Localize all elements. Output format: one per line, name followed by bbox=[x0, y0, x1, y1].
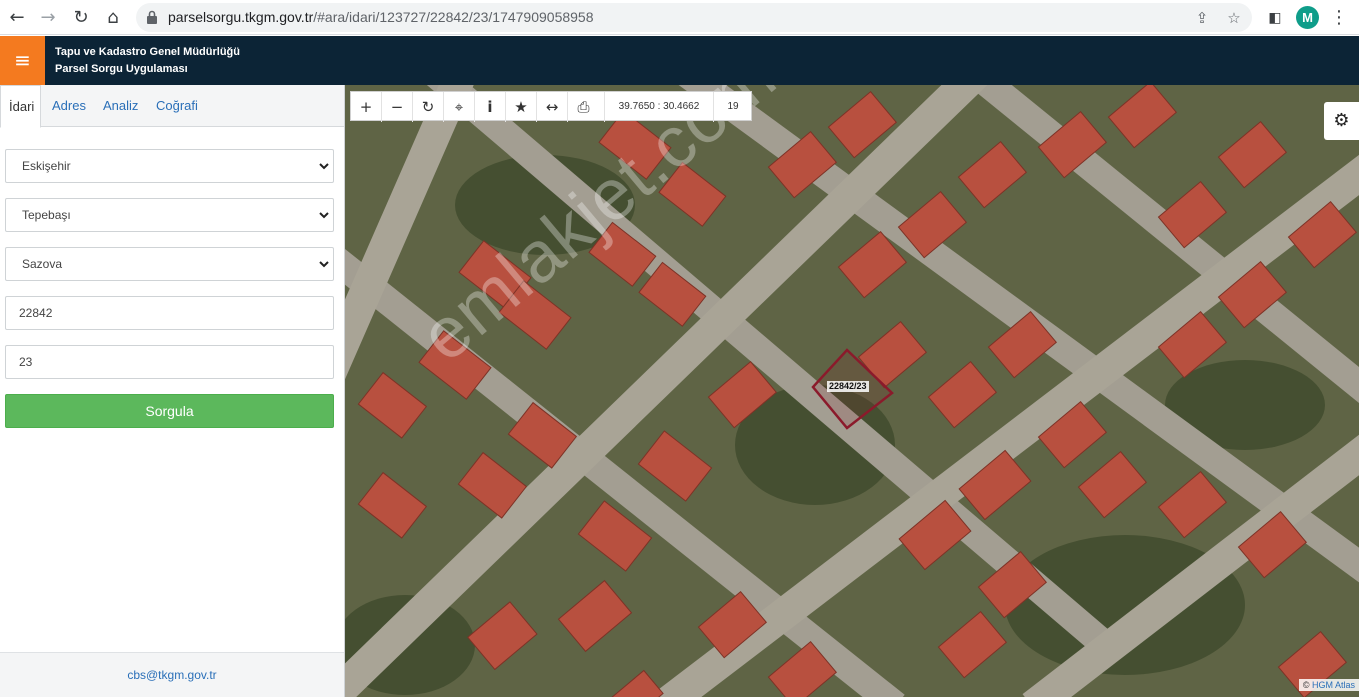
info-icon[interactable]: i bbox=[475, 92, 506, 122]
back-icon[interactable]: ← bbox=[4, 5, 30, 31]
measure-icon[interactable]: ↔ bbox=[537, 92, 568, 122]
neighborhood-select[interactable]: Sazova bbox=[5, 247, 334, 281]
query-button[interactable]: Sorgula bbox=[5, 394, 334, 428]
district-value: Tepebaşı bbox=[22, 208, 71, 222]
district-select[interactable]: Tepebaşı bbox=[5, 198, 334, 232]
query-sidebar: İdari Adres Analiz Coğrafi Eskişehir Tep… bbox=[0, 85, 345, 697]
chevron-down-icon bbox=[319, 261, 329, 268]
app-header: ≡ Tapu ve Kadastro Genel Müdürlüğü Parse… bbox=[0, 36, 1359, 85]
profile-avatar[interactable]: M bbox=[1296, 6, 1319, 29]
map-attribution: © HGM Atlas bbox=[1298, 679, 1359, 691]
bookmark-star-icon[interactable]: ☆ bbox=[1224, 8, 1244, 28]
parcel-no-input[interactable]: 23 bbox=[5, 345, 334, 379]
zoom-out-icon[interactable]: − bbox=[382, 92, 413, 122]
tab-idari[interactable]: İdari bbox=[0, 85, 41, 128]
url-path: /#ara/idari/123727/22842/23/174790905895… bbox=[313, 9, 594, 25]
map-view[interactable]: emlakjet.com 22842/23 + − ↻ ⌖ i ★ ↔ ⎙ 39… bbox=[345, 85, 1359, 697]
browser-toolbar: ← → ↻ ⌂ parselsorgu.tkgm.gov.tr/#ara/ida… bbox=[0, 0, 1359, 35]
app-title: Tapu ve Kadastro Genel Müdürlüğü Parsel … bbox=[55, 44, 240, 78]
province-select[interactable]: Eskişehir bbox=[5, 149, 334, 183]
address-bar[interactable]: parselsorgu.tkgm.gov.tr/#ara/idari/12372… bbox=[136, 3, 1252, 32]
locate-icon[interactable]: ⌖ bbox=[444, 92, 475, 122]
coordinate-readout: 39.7650 : 30.4662 bbox=[604, 92, 714, 122]
favorite-star-icon[interactable]: ★ bbox=[506, 92, 537, 122]
attribution-prefix: © bbox=[1302, 680, 1310, 690]
refresh-icon[interactable]: ↻ bbox=[413, 92, 444, 122]
tab-cografi[interactable]: Coğrafi bbox=[148, 85, 206, 127]
app-title-line2: Parsel Sorgu Uygulaması bbox=[55, 63, 188, 75]
neighborhood-value: Sazova bbox=[22, 257, 63, 271]
home-icon[interactable]: ⌂ bbox=[100, 5, 126, 31]
attribution-link[interactable]: HGM Atlas bbox=[1312, 680, 1355, 690]
chevron-down-icon bbox=[319, 163, 329, 170]
share-icon[interactable]: ⇪ bbox=[1192, 8, 1212, 28]
contact-email-link[interactable]: cbs@tkgm.gov.tr bbox=[127, 668, 216, 682]
forward-icon[interactable]: → bbox=[35, 5, 61, 31]
query-tabs: İdari Adres Analiz Coğrafi bbox=[0, 85, 344, 128]
map-toolbar: + − ↻ ⌖ i ★ ↔ ⎙ 39.7650 : 30.4662 19 bbox=[350, 91, 752, 122]
block-no-input[interactable]: 22842 bbox=[5, 296, 334, 330]
tab-analiz[interactable]: Analiz bbox=[95, 85, 146, 127]
kebab-menu-icon[interactable]: ⋮ bbox=[1326, 5, 1352, 31]
chevron-down-icon bbox=[319, 212, 329, 219]
lock-icon bbox=[147, 10, 157, 24]
print-icon[interactable]: ⎙ bbox=[568, 92, 599, 122]
gear-icon[interactable]: ⚙ bbox=[1324, 102, 1359, 140]
zoom-level: 19 bbox=[727, 101, 739, 112]
side-panel-icon[interactable]: ◧ bbox=[1262, 5, 1288, 31]
hamburger-menu-icon[interactable]: ≡ bbox=[0, 36, 45, 85]
app-title-line1: Tapu ve Kadastro Genel Müdürlüğü bbox=[55, 46, 240, 58]
zoom-in-icon[interactable]: + bbox=[351, 92, 382, 122]
url-host: parselsorgu.tkgm.gov.tr bbox=[168, 9, 314, 25]
sidebar-footer: cbs@tkgm.gov.tr bbox=[0, 652, 344, 697]
reload-icon[interactable]: ↻ bbox=[68, 5, 94, 31]
province-value: Eskişehir bbox=[22, 159, 71, 173]
tab-adres[interactable]: Adres bbox=[44, 85, 94, 127]
url-text: parselsorgu.tkgm.gov.tr/#ara/idari/12372… bbox=[168, 9, 594, 25]
parcel-label: 22842/23 bbox=[827, 381, 869, 392]
